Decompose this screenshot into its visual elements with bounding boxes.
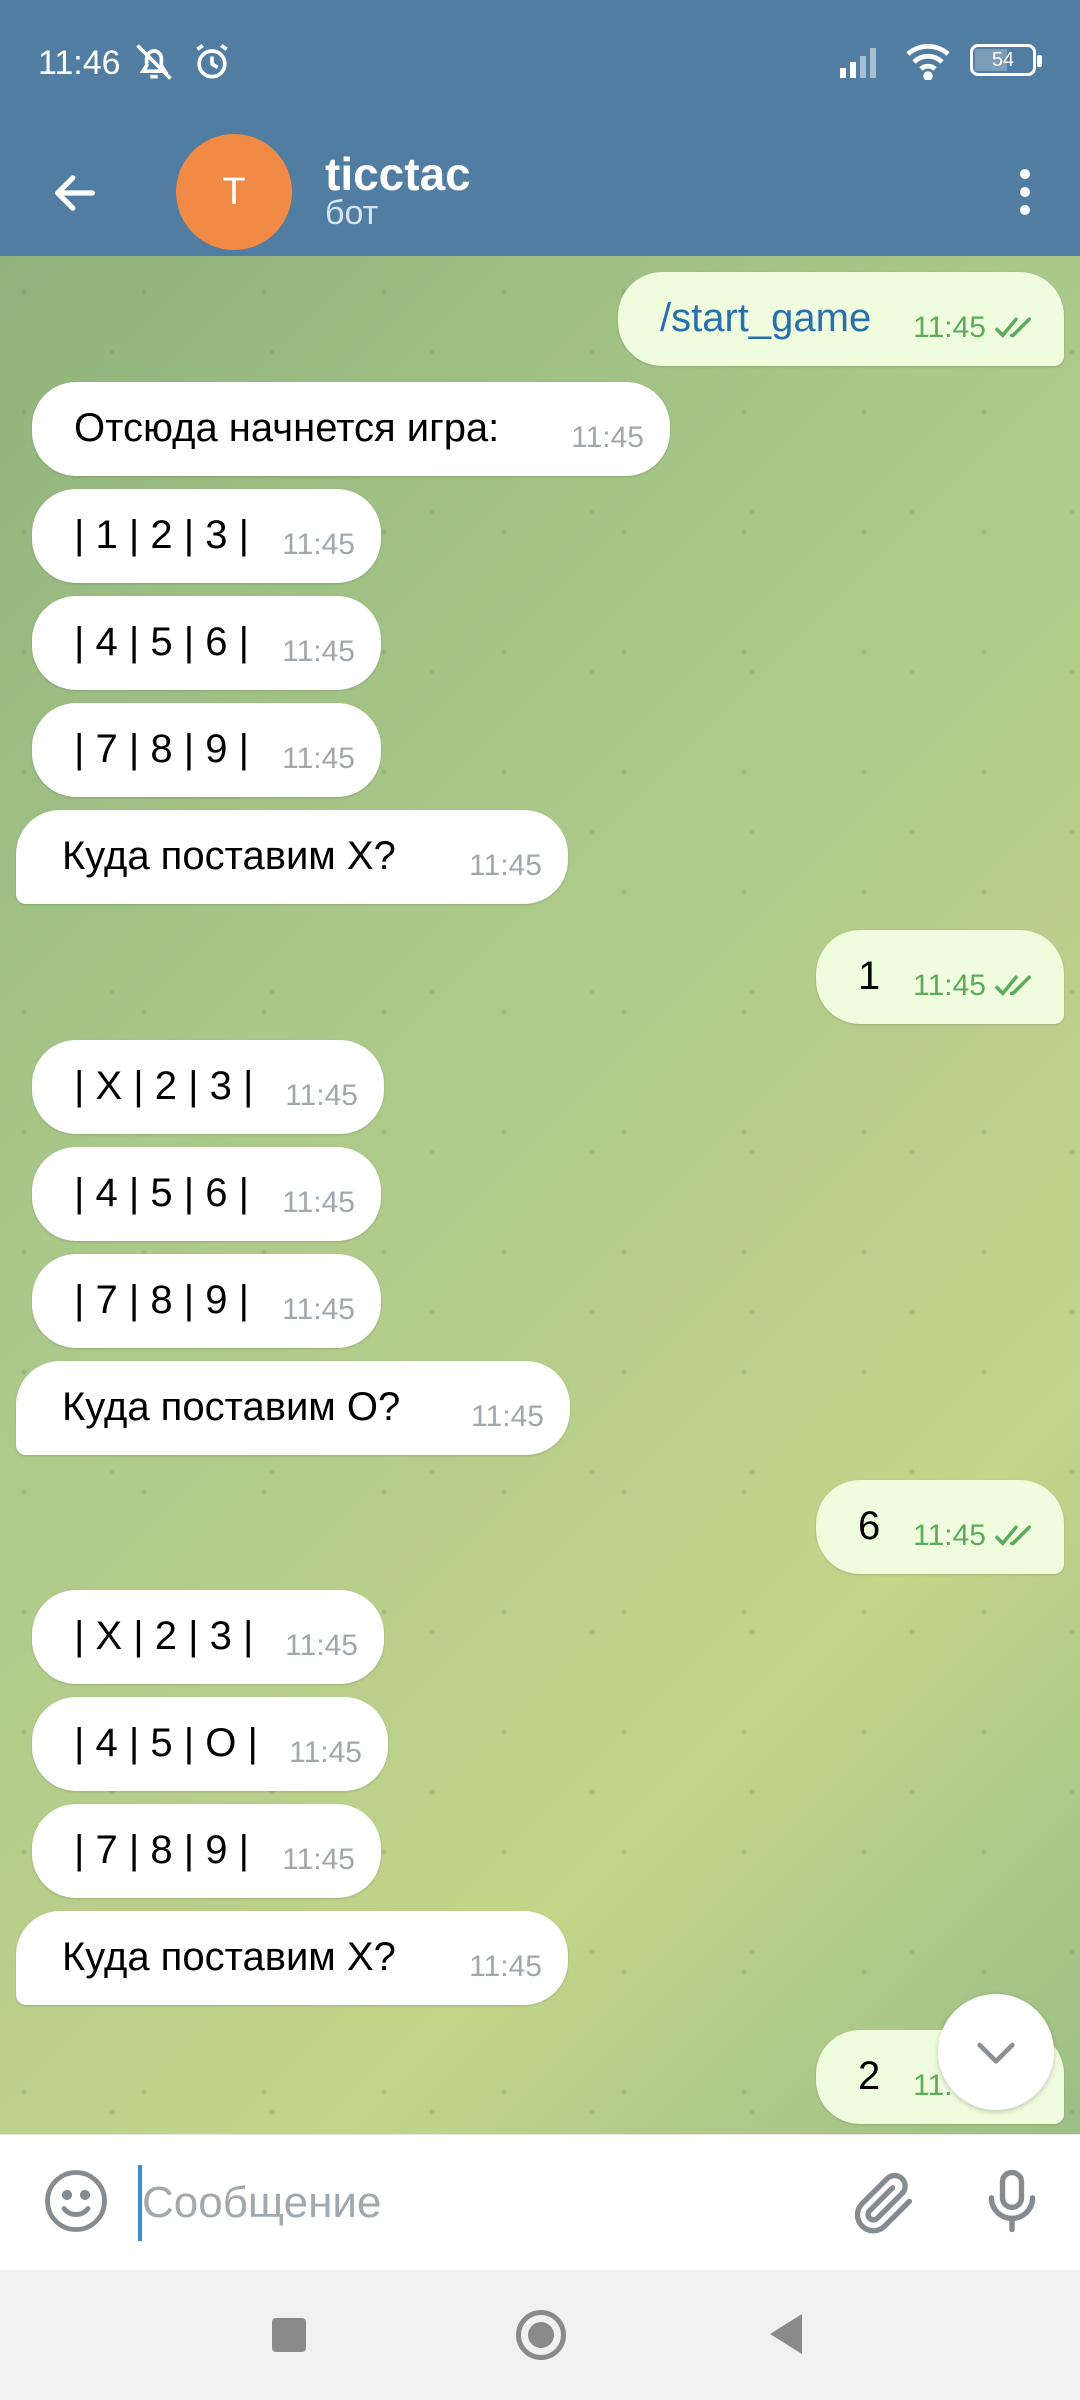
message-time: 11:45 [913, 311, 986, 344]
chat-subtitle: бот [325, 194, 379, 232]
mute-icon [136, 44, 172, 80]
message-list[interactable]: /start_game 11:45 Отсюда начнется игра: … [0, 256, 1080, 2134]
message-text: | X | 2 | 3 | [74, 1614, 254, 1658]
emoji-button[interactable] [40, 2165, 112, 2237]
incoming-message[interactable]: Куда поставим X? 11:45 [16, 810, 568, 904]
status-left-icons [132, 40, 234, 84]
message-time: 11:45 [471, 1400, 544, 1433]
incoming-message[interactable]: | 4 | 5 | O | 11:45 [32, 1697, 388, 1791]
message-time: 11:45 [282, 1843, 355, 1876]
message-text[interactable]: /start_game [660, 296, 871, 340]
system-nav-bar [0, 2270, 1080, 2400]
paperclip-icon [854, 2172, 913, 2234]
alarm-icon [196, 43, 228, 79]
battery-icon: 54 [970, 44, 1042, 76]
incoming-message[interactable]: Куда поставим X? 11:45 [16, 1911, 568, 2005]
system-back-button[interactable] [770, 2314, 802, 2354]
wifi-icon [906, 43, 950, 80]
recents-button[interactable] [272, 2318, 306, 2352]
incoming-message[interactable]: | 7 | 8 | 9 | 11:45 [32, 1804, 381, 1898]
status-bar: 11:46 54 [0, 0, 1080, 128]
home-button[interactable] [516, 2310, 566, 2360]
double-check-icon [995, 1525, 1031, 1546]
message-time: 11:45 [285, 1079, 358, 1112]
signal-icon [840, 48, 876, 78]
incoming-message[interactable]: | 7 | 8 | 9 | 11:45 [32, 703, 381, 797]
more-menu-button[interactable] [990, 154, 1060, 230]
incoming-message[interactable]: | X | 2 | 3 | 11:45 [32, 1040, 384, 1134]
incoming-message[interactable]: | 4 | 5 | 6 | 11:45 [32, 596, 381, 690]
outgoing-message[interactable]: 1 11:45 [816, 930, 1064, 1024]
back-button[interactable] [40, 158, 110, 228]
message-time: 11:45 [469, 849, 542, 882]
attach-button[interactable] [846, 2165, 922, 2241]
battery-level: 54 [991, 48, 1015, 71]
incoming-message[interactable]: | X | 2 | 3 | 11:45 [32, 1590, 384, 1684]
chevron-down-icon [977, 2042, 1015, 2064]
double-check-icon [995, 317, 1031, 338]
avatar[interactable]: T [176, 134, 292, 250]
scroll-down-button[interactable] [938, 1994, 1054, 2110]
message-time: 11:45 [282, 1186, 355, 1219]
message-time: 11:45 [913, 1519, 986, 1552]
composer [0, 2134, 1080, 2270]
message-text: | 4 | 5 | 6 | [74, 1171, 249, 1215]
more-vertical-icon-dot [1020, 169, 1030, 179]
avatar-letter: T [222, 170, 246, 213]
outgoing-message[interactable]: 6 11:45 [816, 1480, 1064, 1574]
status-time: 11:46 [38, 44, 121, 82]
message-text: | 4 | 5 | O | [74, 1721, 258, 1765]
incoming-message[interactable]: Отсюда начнется игра: 11:45 [32, 382, 670, 476]
smile-icon [45, 2170, 107, 2232]
message-time: 11:45 [289, 1736, 362, 1769]
incoming-message[interactable]: | 7 | 8 | 9 | 11:45 [32, 1254, 381, 1348]
incoming-message[interactable]: | 1 | 2 | 3 | 11:45 [32, 489, 381, 583]
message-time: 11:45 [469, 1950, 542, 1983]
message-text: | X | 2 | 3 | [74, 1064, 254, 1108]
incoming-message[interactable]: Куда поставим O? 11:45 [16, 1361, 570, 1455]
message-text: Отсюда начнется игра: [74, 406, 500, 450]
message-text: Куда поставим X? [62, 834, 396, 878]
message-text: | 1 | 2 | 3 | [74, 513, 249, 557]
message-meta: 11:45 [913, 304, 1038, 352]
message-text: 6 [858, 1504, 881, 1548]
message-text: Куда поставим X? [62, 1935, 396, 1979]
message-time: 11:45 [282, 635, 355, 668]
message-time: 11:45 [913, 969, 986, 1002]
message-text: | 7 | 8 | 9 | [74, 727, 249, 771]
message-text: | 4 | 5 | 6 | [74, 620, 249, 664]
more-vertical-icon-dot [1020, 205, 1030, 215]
chat-header: T ticctac бот [0, 128, 1080, 256]
message-meta: 11:45 [913, 962, 1038, 1010]
message-input[interactable] [138, 2165, 818, 2241]
message-time: 11:45 [282, 528, 355, 561]
double-check-icon [995, 975, 1031, 996]
microphone-icon [988, 2169, 1036, 2233]
message-time: 11:45 [571, 421, 644, 454]
message-text: 2 [858, 2054, 881, 2098]
message-time: 11:45 [285, 1629, 358, 1662]
message-text: Куда поставим O? [62, 1385, 401, 1429]
status-right-icons: 54 [838, 40, 1042, 80]
outgoing-message[interactable]: /start_game 11:45 [618, 272, 1064, 366]
message-text: 1 [858, 954, 881, 998]
more-vertical-icon-dot [1020, 187, 1030, 197]
voice-record-button[interactable] [974, 2161, 1050, 2241]
incoming-message[interactable]: | 4 | 5 | 6 | 11:45 [32, 1147, 381, 1241]
arrow-left-icon [55, 175, 95, 211]
message-time: 11:45 [282, 742, 355, 775]
message-meta: 11:45 [913, 1512, 1038, 1560]
message-text: | 7 | 8 | 9 | [74, 1278, 249, 1322]
message-time: 11:45 [282, 1293, 355, 1326]
message-text: | 7 | 8 | 9 | [74, 1828, 249, 1872]
